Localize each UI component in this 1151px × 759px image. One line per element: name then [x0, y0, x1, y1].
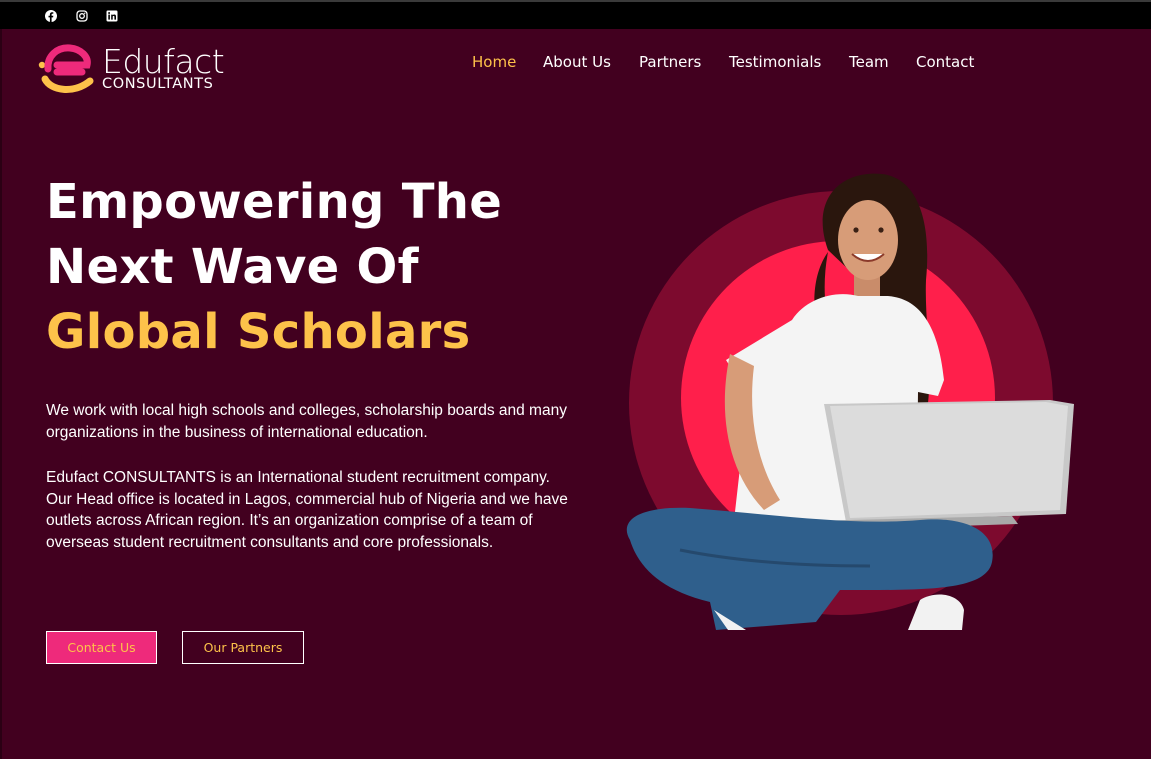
- facebook-icon[interactable]: [45, 10, 57, 22]
- nav-testimonials[interactable]: Testimonials: [729, 52, 821, 72]
- hero-paragraph-2: Edufact CONSULTANTS is an International …: [46, 469, 568, 551]
- our-partners-button[interactable]: Our Partners: [182, 631, 304, 664]
- linkedin-icon[interactable]: [106, 10, 118, 22]
- nav-home[interactable]: Home: [472, 52, 516, 72]
- hero-title-line-2: Next Wave Of: [46, 239, 419, 295]
- contact-us-button[interactable]: Contact Us: [46, 631, 157, 664]
- hero-title-line-3: Global Scholars: [46, 304, 471, 360]
- hero-paragraph-1: We work with local high schools and coll…: [46, 402, 567, 441]
- nav-contact[interactable]: Contact: [916, 52, 974, 72]
- logo[interactable]: Edufact CONSULTANTS: [36, 43, 236, 95]
- logo-subtitle: CONSULTANTS: [102, 76, 214, 92]
- nav-partners[interactable]: Partners: [639, 52, 701, 72]
- hero-image: [620, 170, 1080, 630]
- nav-about-us[interactable]: About Us: [543, 52, 611, 72]
- frame-edge: [0, 29, 2, 759]
- nav-team[interactable]: Team: [849, 52, 889, 72]
- hero-title: Empowering The Next Wave Of Global Schol…: [46, 170, 586, 365]
- hero-title-line-1: Empowering The: [46, 174, 503, 230]
- logo-mark-icon: [38, 44, 94, 93]
- top-bar: [0, 0, 1151, 29]
- instagram-icon[interactable]: [76, 10, 88, 22]
- student-with-laptop-illustration: [626, 173, 1074, 630]
